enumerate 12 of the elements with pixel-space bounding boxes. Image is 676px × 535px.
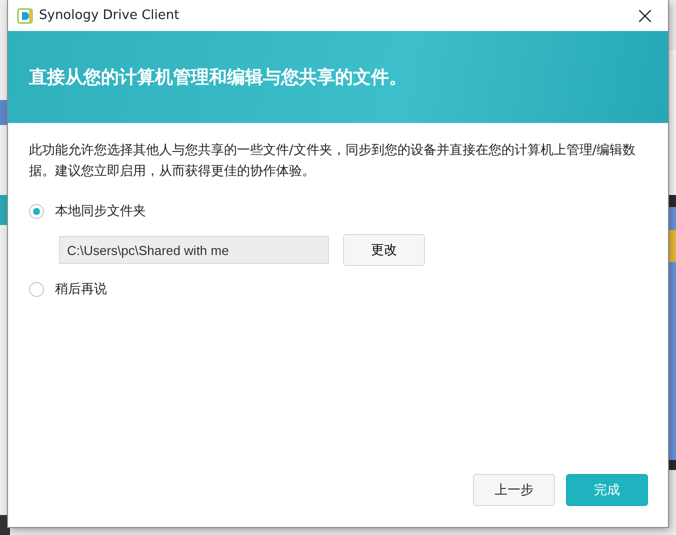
option-label: 稍后再说 [55,281,107,298]
change-button[interactable]: 更改 [343,234,425,266]
banner-heading: 直接从您的计算机管理和编辑与您共享的文件。 [29,66,407,89]
back-button[interactable]: 上一步 [473,474,555,506]
description-text: 此功能允许您选择其他人与您共享的一些文件/文件夹，同步到您的设备并直接在您的计算机上管理/编辑数据。建议您立即启用，从而获得更佳的协作体验。 [29,142,637,181]
app-logo-icon [17,8,33,24]
window-title: Synology Drive Client [39,8,180,23]
radio-button[interactable] [29,204,44,218]
radio-button[interactable] [29,282,44,296]
close-icon[interactable] [639,10,651,22]
folder-path-field[interactable]: C:\Users\pc\Shared with me [59,236,329,264]
option-label: 本地同步文件夹 [55,203,146,220]
